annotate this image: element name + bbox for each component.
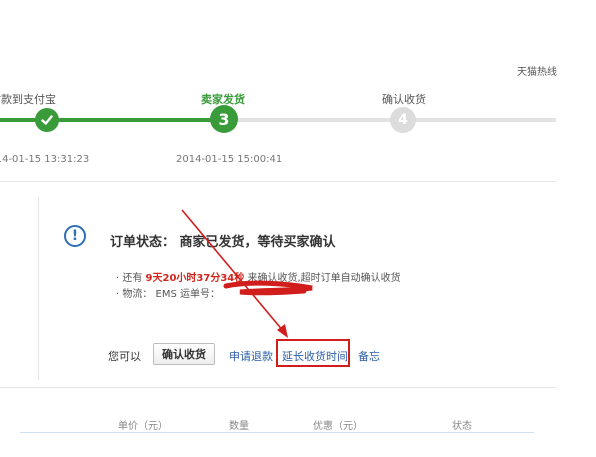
check-icon	[41, 115, 53, 125]
step-3-node: 3	[210, 105, 238, 133]
progress-track-completed	[0, 118, 222, 122]
col-unit-price: 单价（元）	[118, 421, 168, 432]
status-panel-left-border	[38, 197, 39, 380]
step-4-node: 4	[390, 107, 416, 133]
table-header-underline	[20, 432, 534, 433]
actions-prefix: 您可以	[108, 350, 141, 363]
exclamation-circle-icon: !	[64, 225, 86, 247]
redaction-scribble	[223, 280, 313, 296]
tracking-label: 运单号：	[180, 289, 221, 300]
remaining-prefix: · 还有	[116, 273, 143, 284]
annotation-overlay	[181, 209, 313, 338]
remaining-suffix: 来确认收货,超时订单自动确认收货	[247, 273, 401, 284]
step-1-node	[35, 108, 59, 132]
logistics-label: · 物流：	[116, 289, 153, 300]
carrier-name: EMS	[155, 289, 177, 300]
order-status-text: 商家已发货，等待买家确认	[179, 235, 336, 250]
status-panel-top-border	[0, 181, 556, 182]
confirm-receipt-button[interactable]: 确认收货	[153, 343, 215, 365]
refund-link[interactable]: 申请退款	[229, 348, 273, 364]
remaining-time-line: · 还有 9天20小时37分34秒 来确认收货,超时订单自动确认收货	[116, 269, 401, 284]
col-quantity: 数量	[229, 421, 249, 432]
annotation-arrow-head	[277, 324, 288, 338]
order-status-label: 订单状态：	[110, 235, 176, 250]
step-confirm-label: 确认收货	[382, 93, 426, 106]
step-paid-time: 2014-01-15 13:31:23	[0, 154, 90, 165]
progress-track-remaining	[222, 118, 556, 122]
logistics-line: · 物流： EMS 运单号：	[116, 285, 220, 300]
memo-link[interactable]: 备忘	[358, 348, 380, 364]
highlight-box	[276, 339, 350, 367]
status-panel-bottom-border	[0, 387, 556, 388]
col-status: 状态	[452, 421, 472, 432]
step-paid-label: 付款到支付宝	[0, 93, 56, 106]
step-shipped-time: 2014-01-15 15:00:41	[176, 154, 283, 165]
order-status-title: 订单状态： 商家已发货，等待买家确认	[110, 231, 336, 250]
col-discount: 优惠（元）	[313, 421, 363, 432]
tmall-hotline-link[interactable]: 天猫热线	[517, 63, 557, 78]
countdown-timer: 9天20小时37分34秒	[145, 273, 245, 284]
